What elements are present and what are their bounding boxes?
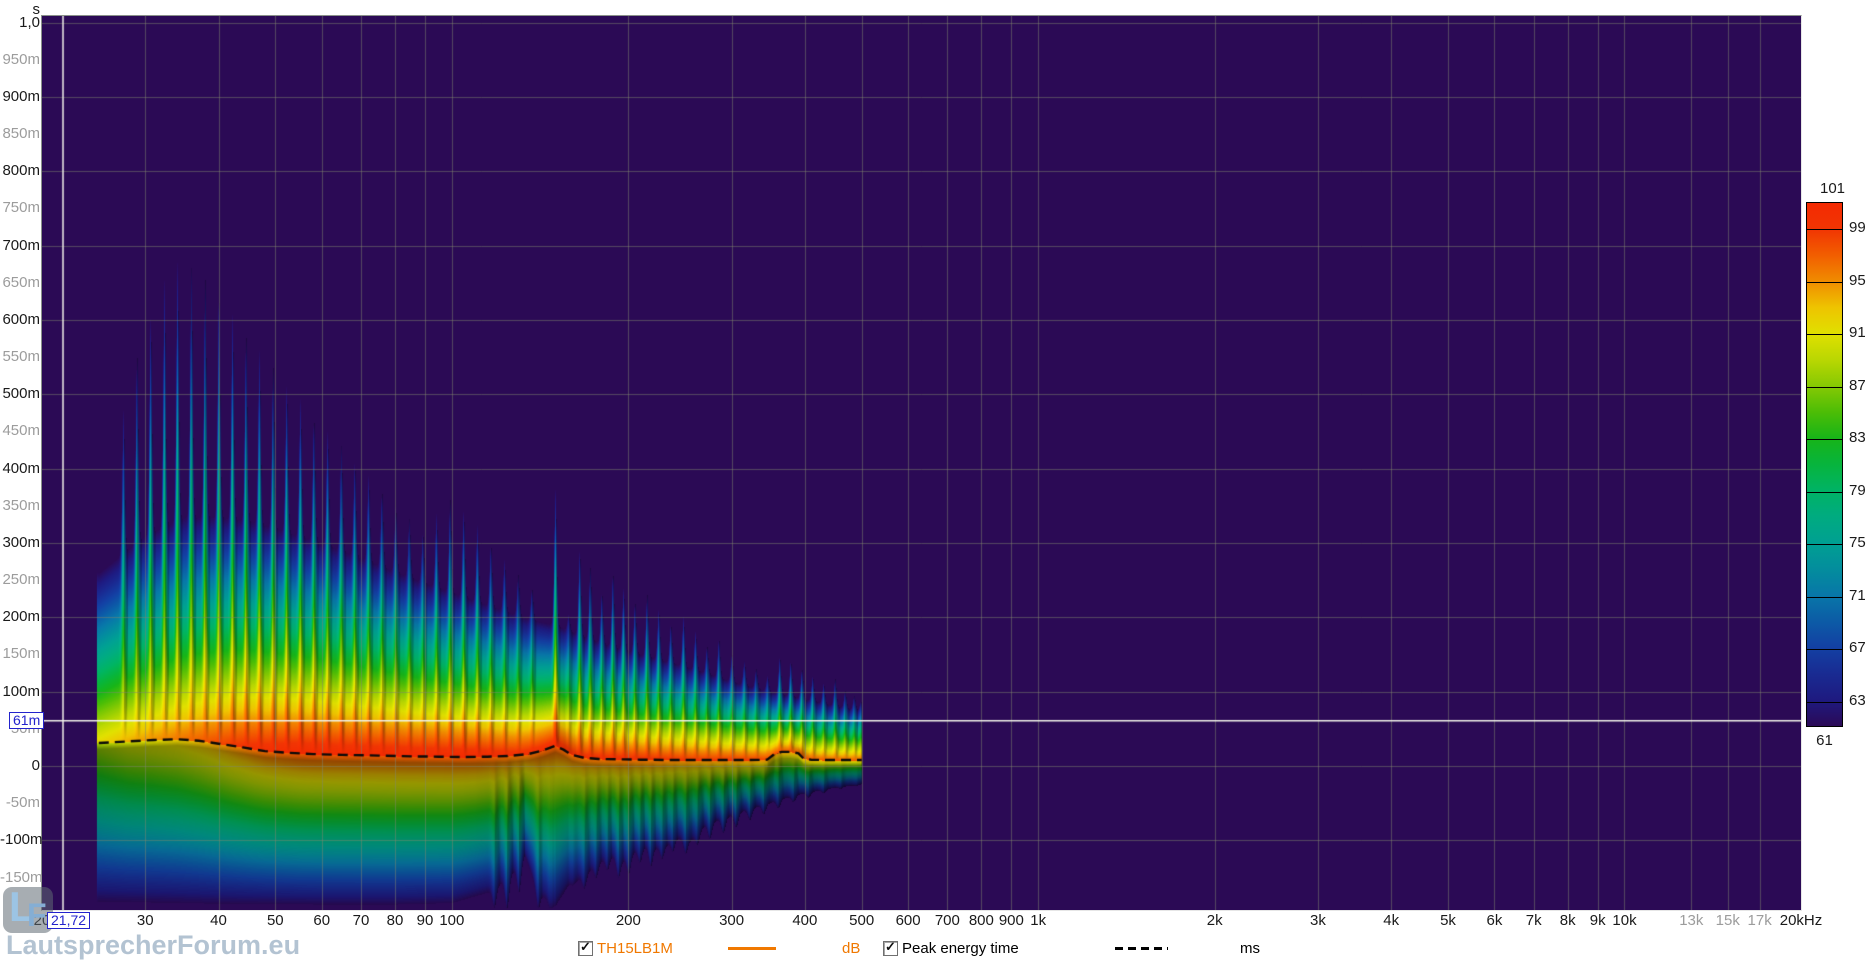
- colorbar-tick-label: 67: [1849, 640, 1866, 656]
- colorbar-tick-label: 75: [1849, 535, 1866, 551]
- colorbar-tick-label: 87: [1849, 378, 1866, 394]
- y-tick-label: 850m: [0, 126, 40, 142]
- colorbar-min-label: 61: [1806, 732, 1843, 749]
- y-tick-label: 0: [0, 758, 40, 774]
- series-visibility-checkbox[interactable]: [578, 941, 593, 956]
- y-tick-label: 250m: [0, 572, 40, 588]
- x-tick-label: 200: [606, 913, 650, 929]
- y-tick-label: 500m: [0, 386, 40, 402]
- peak-energy-label: Peak energy time: [902, 941, 1019, 957]
- x-tick-label: 300: [710, 913, 754, 929]
- y-tick-label: 450m: [0, 423, 40, 439]
- x-tick-label: 60: [300, 913, 344, 929]
- watermark-text: LautsprecherForum.eu: [6, 930, 300, 961]
- y-tick-label: 650m: [0, 275, 40, 291]
- colorbar-tick-label: 79: [1849, 483, 1866, 499]
- colorbar-tick-label: 83: [1849, 430, 1866, 446]
- colorbar-tick: [1807, 229, 1842, 230]
- cursor-time-readout: 61m: [9, 712, 44, 729]
- colorbar: [1806, 202, 1843, 727]
- x-tick-label: 2k: [1193, 913, 1237, 929]
- y-tick-label: -150m: [0, 870, 40, 886]
- y-tick-label: 150m: [0, 646, 40, 662]
- x-tick-label: 10k: [1602, 913, 1646, 929]
- y-tick-label: 200m: [0, 609, 40, 625]
- y-tick-label: -100m: [0, 832, 40, 848]
- x-tick-label: 3k: [1296, 913, 1340, 929]
- series-line-sample: [728, 947, 776, 950]
- x-tick-label: 100: [430, 913, 474, 929]
- colorbar-tick: [1807, 334, 1842, 335]
- peak-energy-dash-sample: [1115, 947, 1168, 950]
- colorbar-max-label: 101: [1820, 180, 1860, 197]
- y-tick-label: 550m: [0, 349, 40, 365]
- y-tick-label: 350m: [0, 498, 40, 514]
- colorbar-tick: [1807, 649, 1842, 650]
- colorbar-tick-label: 63: [1849, 693, 1866, 709]
- y-tick-label: -50m: [0, 795, 40, 811]
- x-tick-label: 20kHz: [1774, 913, 1828, 929]
- x-tick-label: 50: [253, 913, 297, 929]
- x-tick-label: 500: [840, 913, 884, 929]
- colorbar-tick: [1807, 544, 1842, 545]
- spectrogram-canvas[interactable]: [42, 16, 1801, 910]
- y-tick-label: 900m: [0, 89, 40, 105]
- colorbar-tick-label: 95: [1849, 273, 1866, 289]
- x-tick-label: 5k: [1426, 913, 1470, 929]
- x-tick-label: 40: [197, 913, 241, 929]
- colorbar-tick: [1807, 597, 1842, 598]
- cursor-frequency-readout: 21,72: [47, 912, 90, 929]
- y-tick-label: 800m: [0, 163, 40, 179]
- colorbar-tick-label: 71: [1849, 588, 1866, 604]
- x-tick-label: 4k: [1369, 913, 1413, 929]
- spectrogram-app: s 1,0950m900m850m800m750m700m650m600m550…: [0, 0, 1876, 963]
- series-unit-label: dB: [842, 941, 860, 957]
- x-tick-label: 600: [886, 913, 930, 929]
- colorbar-tick: [1807, 492, 1842, 493]
- y-tick-label: 950m: [0, 52, 40, 68]
- colorbar-tick-label: 99: [1849, 220, 1866, 236]
- colorbar-tick: [1807, 702, 1842, 703]
- y-tick-label: 700m: [0, 238, 40, 254]
- peak-energy-unit-label: ms: [1240, 941, 1260, 957]
- y-tick-label: 1,0: [0, 15, 40, 31]
- peak-energy-visibility-checkbox[interactable]: [883, 941, 898, 956]
- x-tick-label: 6k: [1472, 913, 1516, 929]
- x-tick-label: 400: [783, 913, 827, 929]
- colorbar-tick: [1807, 387, 1842, 388]
- y-tick-label: 600m: [0, 312, 40, 328]
- watermark-logo: LF: [3, 887, 53, 933]
- colorbar-tick: [1807, 282, 1842, 283]
- y-tick-label: 400m: [0, 461, 40, 477]
- colorbar-tick: [1807, 439, 1842, 440]
- colorbar-tick-label: 91: [1849, 325, 1866, 341]
- y-tick-label: 100m: [0, 684, 40, 700]
- y-tick-label: 300m: [0, 535, 40, 551]
- series-label: TH15LB1M: [597, 941, 673, 957]
- x-tick-label: 1k: [1016, 913, 1060, 929]
- x-tick-label: 30: [123, 913, 167, 929]
- y-tick-label: 750m: [0, 200, 40, 216]
